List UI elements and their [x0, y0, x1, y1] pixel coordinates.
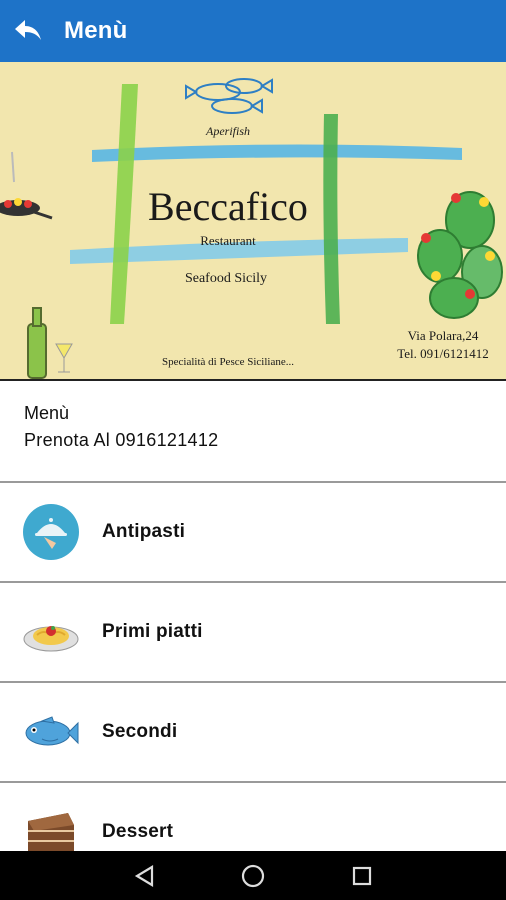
pasta-icon — [22, 603, 80, 661]
menu-item-label: Secondi — [102, 721, 178, 742]
booking-phone-text[interactable]: Prenota Al 0916121412 — [24, 430, 506, 451]
back-button[interactable] — [0, 0, 56, 62]
menu-item-label: Dessert — [102, 821, 174, 842]
nav-home-button[interactable] — [223, 851, 283, 900]
restaurant-banner: Aperifish Beccafico Restaurant Seafood S… — [0, 62, 506, 380]
menu-item-primi-piatti[interactable]: Primi piatti — [0, 581, 506, 681]
circle-home-icon — [241, 864, 265, 887]
blue-brush-stroke — [92, 144, 462, 162]
menu-item-antipasti[interactable]: Antipasti — [0, 481, 506, 581]
menu-item-label: Antipasti — [102, 521, 186, 542]
info-title: Menù — [24, 403, 70, 423]
nav-recents-button[interactable] — [332, 851, 392, 900]
cactus-icon — [417, 191, 503, 319]
banner-restaurant-name: Beccafico — [148, 184, 308, 229]
pan-icon — [0, 151, 53, 220]
menu-list: Antipasti Primi piatti Secondi Dessert — [0, 481, 506, 881]
back-arrow-icon — [15, 20, 41, 40]
green-brush-stroke-right — [323, 114, 340, 324]
banner-specialita: Specialità di Pesce Siciliane... — [162, 356, 294, 368]
info-section: Menù Prenota Al 0916121412 — [0, 381, 506, 481]
square-recents-icon — [352, 866, 371, 885]
app-bar: Menù — [0, 0, 506, 62]
menu-item-label: Primi piatti — [102, 621, 203, 642]
banner-telephone: Tel. 091/6121412 — [397, 346, 489, 361]
system-navigation-bar — [0, 851, 506, 900]
triangle-back-icon — [135, 864, 154, 887]
page-title: Menù — [64, 17, 128, 44]
banner-address: Via Polara,24 — [408, 328, 479, 343]
fish-sketch-icon — [185, 78, 273, 114]
banner-restaurant-label: Restaurant — [200, 233, 256, 248]
green-brush-stroke-left — [110, 84, 138, 324]
bottle-icon — [27, 307, 73, 379]
fish-icon — [22, 703, 80, 761]
banner-seafood-label: Seafood Sicily — [185, 271, 267, 286]
cloche-icon — [22, 503, 80, 561]
banner-aperifish: Aperifish — [205, 124, 250, 138]
nav-back-button[interactable] — [114, 851, 174, 900]
menu-item-secondi[interactable]: Secondi — [0, 681, 506, 781]
